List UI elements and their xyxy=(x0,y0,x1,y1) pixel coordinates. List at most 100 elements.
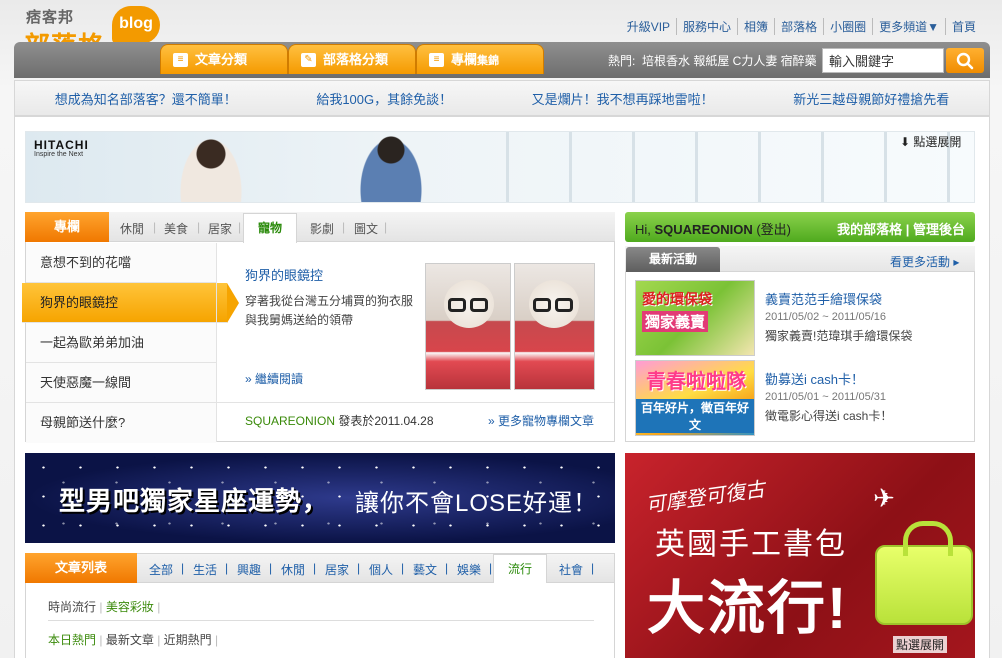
list-item[interactable]: 意想不到的花噹 xyxy=(26,243,216,283)
more-events-link[interactable]: 看更多活動 ▸ xyxy=(890,253,959,270)
column-head: 專欄 xyxy=(25,212,109,242)
nav-tab-label: 部落格分類 xyxy=(323,52,389,67)
article-list-head: 文章列表 xyxy=(25,553,137,583)
top-link-blog[interactable]: 部落格 xyxy=(774,18,823,35)
read-more-link[interactable]: » 繼續閱讀 xyxy=(245,370,303,387)
search-button[interactable] xyxy=(946,48,984,73)
list-tab-entertainment[interactable]: 娛樂 xyxy=(457,561,481,578)
column-tab-illustration[interactable]: 圖文 xyxy=(354,220,378,237)
hot-keywords-label: 熱門: xyxy=(608,54,636,68)
column-tab-drama[interactable]: 影劇 xyxy=(310,220,334,237)
promo-link[interactable]: 新光三越母親節好禮搶先看 xyxy=(793,89,949,108)
tab-divider: | xyxy=(591,561,595,575)
top-link-group[interactable]: 小圈圈 xyxy=(823,18,872,35)
list-tab-society[interactable]: 社會 xyxy=(559,561,583,578)
schoolbag-ad-banner[interactable]: 可摩登可復古 ✈ 英國手工書包 大流行! xyxy=(625,453,975,658)
list-tab-leisure[interactable]: 休閒 xyxy=(281,561,305,578)
list-item[interactable]: 天使惡魔一線間 xyxy=(26,363,216,403)
nav-tab-blog-categories[interactable]: ✎ 部落格分類 xyxy=(288,44,416,74)
promo-link[interactable]: 給我100G，其餘免談！ xyxy=(316,89,452,108)
sort-tabs: 本日熱門 | 最新文章 | 近期熱門 | xyxy=(48,633,219,647)
search-input[interactable] xyxy=(822,48,944,73)
horoscope-banner[interactable]: 型男吧獨家星座運勢， 讓你不會LOSE好運！ xyxy=(25,453,615,543)
column-tab-food[interactable]: 美食 xyxy=(164,220,188,237)
list-tab-all[interactable]: 全部 xyxy=(149,561,173,578)
article-photo-dog[interactable] xyxy=(425,263,511,390)
list-tab-personal[interactable]: 個人 xyxy=(369,561,393,578)
sub-category-tabs: 時尚流行 | 美容彩妝 | xyxy=(48,600,161,614)
nav-tab-label: 文章分類 xyxy=(195,52,248,67)
hitachi-ad-banner[interactable]: HITACHI Inspire the Next xyxy=(25,131,975,203)
nav-tab-columns[interactable]: ≡ 專欄集錦 xyxy=(416,44,544,74)
document-icon: ≡ xyxy=(429,53,444,67)
top-link-service[interactable]: 服務中心 xyxy=(676,18,737,35)
author-link[interactable]: SQUAREONION xyxy=(245,414,335,428)
sort-tab-recent-hot[interactable]: 近期熱門 xyxy=(164,633,212,647)
tab-divider: | xyxy=(384,220,388,234)
hot-keywords[interactable]: 培根香水 報紙屋 C力人妻 宿醉藥 xyxy=(642,52,817,69)
username[interactable]: SQUAREONION xyxy=(655,222,753,237)
event-title[interactable]: 勸募送i cash卡！ xyxy=(765,369,864,388)
promo-link[interactable]: 又是爛片！我不想再踩地雷啦！ xyxy=(532,89,714,108)
my-blog-link[interactable]: 我的部落格 xyxy=(837,222,902,237)
top-link-more-channels[interactable]: 更多頻道▼ xyxy=(872,18,945,35)
logo-blog-badge: blog xyxy=(112,6,160,44)
event-image[interactable]: 青春啦啦隊 百年好片，徵百年好文 xyxy=(635,360,755,436)
top-link-album[interactable]: 相簿 xyxy=(737,18,774,35)
tab-divider: | xyxy=(313,561,317,575)
banner-brand-sub: Inspire the Next xyxy=(34,151,84,158)
banner-brand: HITACHI xyxy=(34,138,89,152)
list-item[interactable]: 母親節送什麼? xyxy=(26,403,216,443)
banner-expand-link[interactable]: ⬇ 點選展開 xyxy=(900,133,961,150)
banner-window-frames xyxy=(446,132,974,202)
tab-divider: | xyxy=(269,561,273,575)
event-image-text: 愛的環保袋 xyxy=(642,291,712,307)
column-article-list: 意想不到的花噹 狗界的眼鏡控 一起為歐弟弟加油 天使惡魔一線間 母親節送什麼? xyxy=(22,243,239,443)
top-link-vip[interactable]: 升級VIP xyxy=(621,18,676,35)
nav-tab-article-categories[interactable]: ≡ 文章分類 xyxy=(160,44,288,74)
list-tab-hobby[interactable]: 興趣 xyxy=(237,561,261,578)
promo-link[interactable]: 想成為知名部落客？還不簡單！ xyxy=(55,89,237,108)
column-tab-leisure[interactable]: 休閒 xyxy=(120,220,144,237)
list-item[interactable]: 一起為歐弟弟加油 xyxy=(26,323,216,363)
down-arrow-icon: ⬇ xyxy=(900,135,911,149)
event-title[interactable]: 義賣范范手繪環保袋 xyxy=(765,289,882,308)
event-date: 2011/05/02 ~ 2011/05/16 xyxy=(765,311,887,323)
logout-link[interactable]: (登出) xyxy=(753,222,791,237)
list-tab-arts[interactable]: 藝文 xyxy=(413,561,437,578)
column-tab-home[interactable]: 居家 xyxy=(208,220,232,237)
event-image-text: 青春啦啦隊 xyxy=(646,371,746,393)
event-image[interactable]: 愛的環保袋 獨家義賣 xyxy=(635,280,755,356)
article-excerpt: 穿著我從台灣五分埔買的狗衣服與我舅媽送給的領帶 xyxy=(245,294,414,327)
tab-divider: | xyxy=(401,561,405,575)
list-tab-home[interactable]: 居家 xyxy=(325,561,349,578)
event-desc: 獨家義賣!范瑋琪手繪環保袋 xyxy=(765,329,913,343)
sub-tab-beauty[interactable]: 美容彩妝 xyxy=(106,600,154,614)
list-tab-fashion[interactable]: 流行 xyxy=(493,554,548,584)
list-item-active[interactable]: 狗界的眼鏡控 xyxy=(22,283,239,323)
logo-small-text: 痞客邦 xyxy=(26,9,75,26)
list-tab-life[interactable]: 生活 xyxy=(193,561,217,578)
article-photo-dog[interactable] xyxy=(514,263,595,390)
banner-expand-label: 點選展開 xyxy=(913,135,962,149)
column-tab-pets[interactable]: 寵物 xyxy=(243,213,298,243)
event-image-text: 百年好片，徵百年好文 xyxy=(636,399,754,433)
ad-expand-link[interactable]: 點選展開 xyxy=(893,636,948,653)
admin-link[interactable]: 管理後台 xyxy=(913,222,965,237)
glasses-lens xyxy=(555,298,573,312)
sort-tab-latest[interactable]: 最新文章 xyxy=(106,633,154,647)
tab-divider: | xyxy=(357,561,361,575)
sub-tab-fashion-trends[interactable]: 時尚流行 xyxy=(48,600,96,614)
more-pet-articles-link[interactable]: » 更多寵物專欄文章 xyxy=(488,412,594,429)
top-link-home[interactable]: 首頁 xyxy=(944,18,982,35)
article-author-line: SQUAREONION 發表於2011.04.28 xyxy=(245,412,434,429)
document-icon: ≡ xyxy=(173,53,188,67)
promo-strip: 想成為知名部落客？還不簡單！ 給我100G，其餘免談！ 又是爛片！我不想再踩地雷… xyxy=(14,80,990,116)
tab-divider: | xyxy=(342,220,346,234)
sort-tab-today-hot[interactable]: 本日熱門 xyxy=(48,633,96,647)
events-tab[interactable]: 最新活動 xyxy=(626,247,720,272)
airplane-icon: ✈ xyxy=(873,483,895,513)
user-greeting: Hi, SQUAREONION (登出) xyxy=(635,219,791,238)
search-icon xyxy=(956,52,974,69)
article-title[interactable]: 狗界的眼鏡控 xyxy=(245,265,323,284)
